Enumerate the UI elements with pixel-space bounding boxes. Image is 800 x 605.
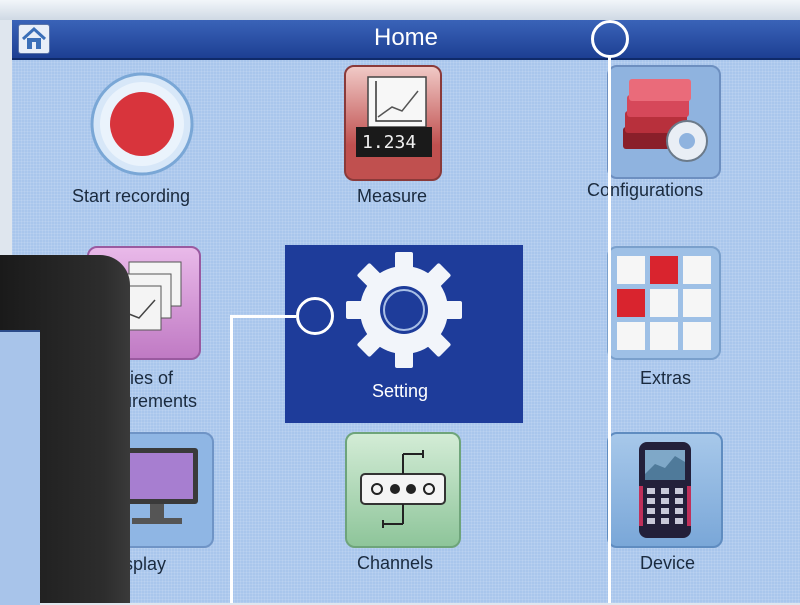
setting-label: Setting [372,381,429,401]
channels-icon [345,432,461,548]
annotation-marker-setting [296,297,334,335]
page-title: Home [373,24,439,51]
grid-icon [607,246,721,360]
start-recording-label: Start recording [72,186,191,206]
annotation-leader-vertical-left [230,315,233,603]
annotation-marker-top [591,20,629,58]
start-recording-tile[interactable]: Start recording [72,70,242,220]
series-label-line2: urements [122,391,198,411]
extras-label: Extras [640,368,692,388]
measure-tile[interactable]: 1.234 Measure [337,65,457,220]
channels-tile[interactable]: Channels [337,432,467,597]
channels-label: Channels [357,553,434,573]
measure-chart-icon: 1.234 [344,65,442,181]
record-icon [90,72,194,176]
configurations-icon [607,65,721,179]
measure-label: Measure [357,186,428,206]
annotation-leader-vertical-right [608,57,611,603]
annotation-leader-horizontal-left [230,315,296,318]
gear-icon [346,252,462,368]
title-bar: Home [12,20,800,60]
device-label: Device [640,553,696,573]
configurations-label: Configurations [587,180,704,200]
extras-tile[interactable]: Extras [602,246,732,396]
device-icon [607,432,723,548]
configurations-tile[interactable]: Configurations [587,65,747,220]
series-label-line1: ries of [124,368,174,388]
touch-screen: Home Start recording 1.234 Measure Confi… [12,20,800,603]
device-tile[interactable]: Device [602,432,742,597]
handheld-device-screen [0,330,40,605]
device-bezel-top [0,0,800,20]
measure-value: 1.234 [362,132,417,153]
